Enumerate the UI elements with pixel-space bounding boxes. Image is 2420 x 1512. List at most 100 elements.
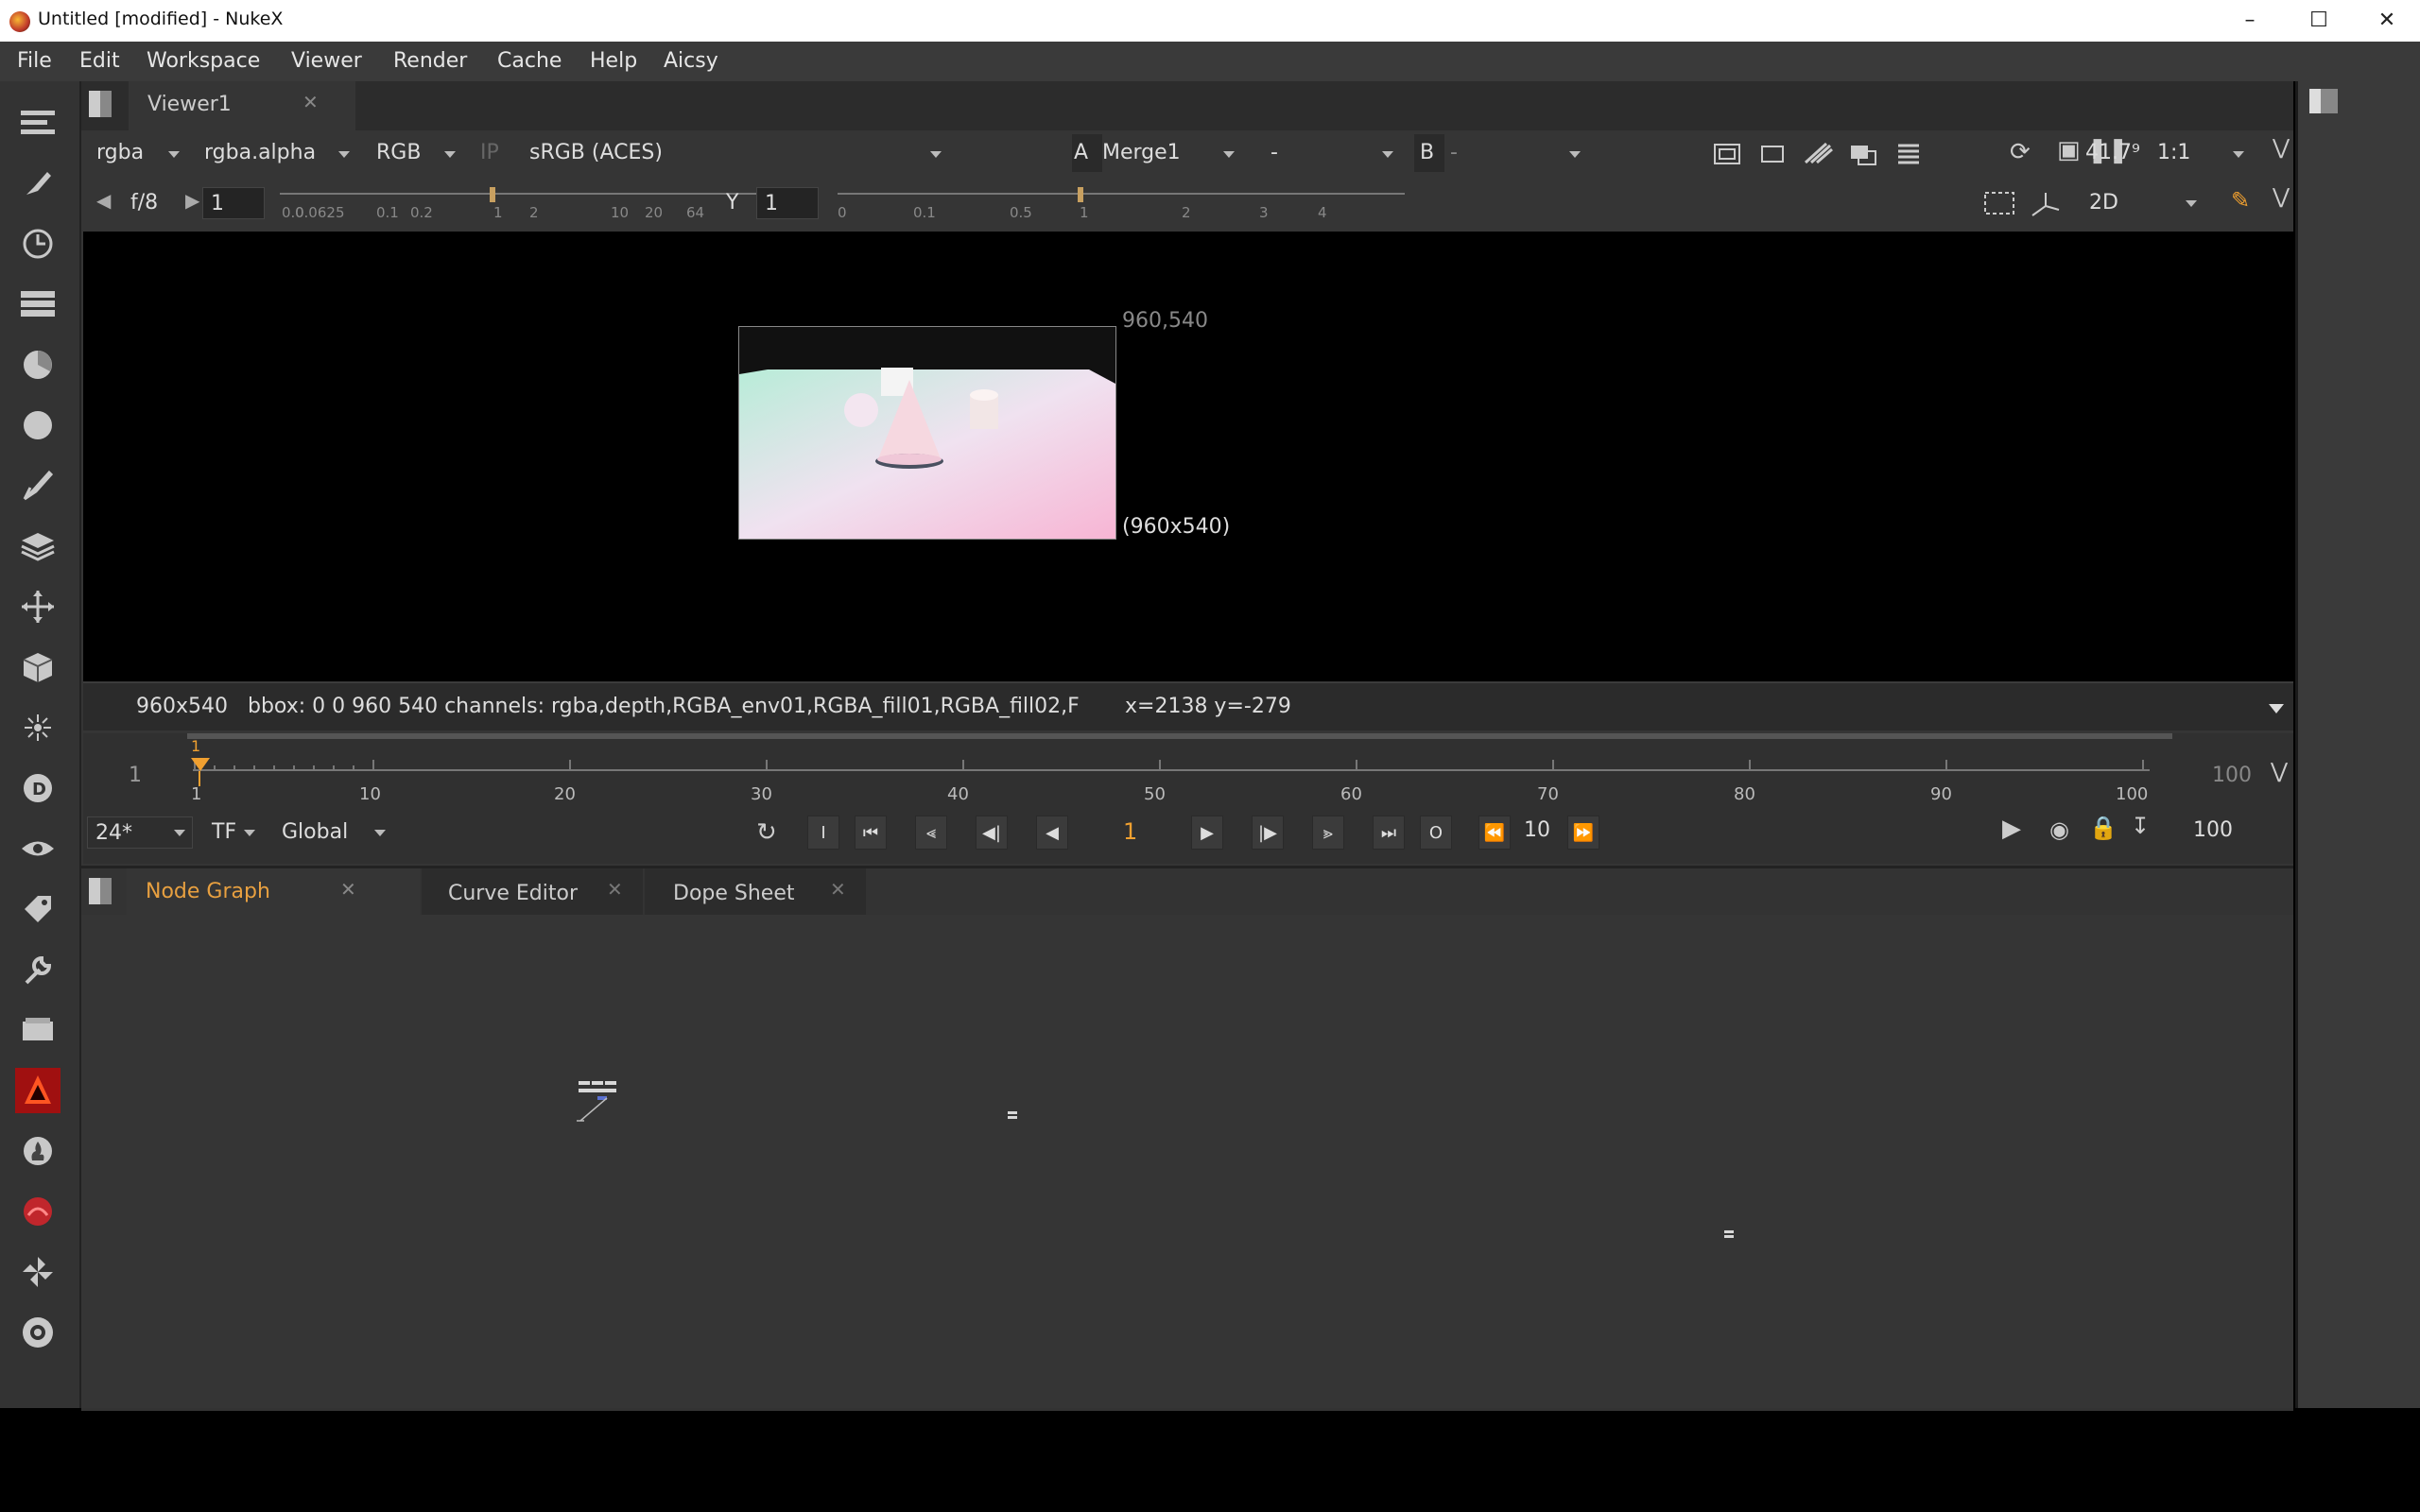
tab-viewer1[interactable]: Viewer1 ✕ <box>129 81 355 130</box>
tab-close-icon[interactable]: ✕ <box>302 91 319 113</box>
tab-dope-sheet[interactable]: Dope Sheet ✕ <box>645 868 866 918</box>
node-panel-menu-icon[interactable] <box>89 878 112 904</box>
region-select-icon[interactable] <box>1981 189 2019 217</box>
color-picker-icon[interactable]: ✎ <box>2231 187 2250 214</box>
step-increment[interactable]: 10 <box>1524 818 1550 842</box>
fstop-increase-icon[interactable]: ▶ <box>185 189 199 212</box>
time-tool-icon[interactable] <box>15 221 60 266</box>
menu-help[interactable]: Help <box>590 49 637 73</box>
maximize-icon[interactable]: ☐ <box>2286 0 2352 42</box>
gamma-slider[interactable] <box>838 193 1405 195</box>
pixel-ratio-dropdown[interactable]: 1:1 <box>2157 135 2190 171</box>
channels-dropdown[interactable]: rgba <box>96 135 144 171</box>
image-tool-icon[interactable] <box>15 100 60 146</box>
expand-timeline-icon[interactable]: ⋁ <box>2271 760 2288 783</box>
tf-dropdown[interactable]: TF <box>212 815 236 850</box>
settings-gear-icon[interactable] <box>15 1310 60 1355</box>
a-input-dropdown[interactable]: Merge1 <box>1102 135 1181 171</box>
playhead-marker[interactable] <box>191 758 210 771</box>
particles-tool-icon[interactable] <box>15 705 60 750</box>
node[interactable] <box>1724 1235 1734 1238</box>
roi-icon[interactable]: ▣ <box>2057 136 2081 164</box>
plugin-red-tool-icon[interactable] <box>15 1189 60 1234</box>
close-window-icon[interactable]: ✕ <box>2354 0 2420 42</box>
tab-close-icon[interactable]: ✕ <box>607 878 623 901</box>
current-frame[interactable]: 1 <box>1123 818 1137 845</box>
fstop-decrease-icon[interactable]: ◀ <box>96 189 111 212</box>
gain-slider[interactable] <box>280 193 790 195</box>
menu-viewer[interactable]: Viewer <box>291 49 362 73</box>
info-bar-toggle-icon[interactable] <box>2269 704 2284 713</box>
view-mode-dropdown[interactable]: 2D <box>2089 185 2118 221</box>
next-keyframe-button[interactable]: ⪢ <box>1312 816 1344 850</box>
merge-tool-icon[interactable] <box>15 524 60 569</box>
node[interactable] <box>1724 1230 1734 1233</box>
node[interactable] <box>579 1081 590 1085</box>
menu-workspace[interactable]: Workspace <box>147 49 260 73</box>
deep-tool-icon[interactable]: D <box>15 765 60 811</box>
fire-tool-icon[interactable] <box>15 1128 60 1174</box>
play-forward-button[interactable]: ▶ <box>1191 816 1223 850</box>
toolsets-tool-icon[interactable] <box>15 947 60 992</box>
gain-input[interactable]: 1 <box>202 187 265 219</box>
node[interactable] <box>592 1081 603 1085</box>
viewer-panel-menu-icon[interactable] <box>89 91 112 117</box>
axis-gizmo-icon[interactable] <box>2027 187 2065 219</box>
node[interactable] <box>579 1089 616 1092</box>
pinwheel-tool-icon[interactable] <box>15 1249 60 1295</box>
other-tool-icon[interactable] <box>15 1007 60 1053</box>
scope-dropdown[interactable]: Global <box>282 815 348 850</box>
transform-tool-icon[interactable] <box>15 584 60 629</box>
menu-render[interactable]: Render <box>393 49 467 73</box>
gain-slider-handle[interactable] <box>490 187 495 202</box>
gamma-input[interactable]: 1 <box>756 187 819 219</box>
node[interactable] <box>605 1081 616 1085</box>
zoom-level[interactable]: 41.7⁹ <box>2085 135 2140 171</box>
b-input-dropdown[interactable]: - <box>1450 135 1458 171</box>
flipbook-icon[interactable]: ▶ <box>2002 815 2021 843</box>
viewer-viewport[interactable]: 960,540 (960x540) <box>83 232 2293 681</box>
out-frame[interactable]: 100 <box>2193 818 2233 842</box>
step-back-button[interactable]: ⏪ <box>1478 816 1511 850</box>
first-frame-button[interactable]: ⏮ <box>855 816 887 850</box>
keyer-tool-icon[interactable] <box>15 463 60 508</box>
furnace-tool-icon[interactable] <box>15 1068 60 1113</box>
node[interactable] <box>1008 1116 1017 1119</box>
out-point-button[interactable]: O <box>1420 816 1452 850</box>
alpha-dropdown[interactable]: rgba.alpha <box>204 135 316 171</box>
last-frame-button[interactable]: ⏭ <box>1373 816 1405 850</box>
next-frame-button[interactable]: |▶ <box>1252 816 1284 850</box>
compare-op-dropdown[interactable]: - <box>1270 135 1278 171</box>
tab-close-icon[interactable]: ✕ <box>340 878 356 901</box>
expand-toolbar-icon[interactable]: ⋁ <box>2273 185 2290 209</box>
loop-mode-icon[interactable]: ↻ <box>756 818 777 847</box>
tab-node-graph[interactable]: Node Graph ✕ <box>127 868 420 918</box>
node-graph-canvas[interactable] <box>81 915 2293 1408</box>
menu-aicsy[interactable]: Aicsy <box>664 49 718 73</box>
prev-keyframe-button[interactable]: ⪡ <box>915 816 947 850</box>
menu-file[interactable]: File <box>17 49 52 73</box>
node[interactable] <box>1008 1111 1017 1114</box>
refresh-icon[interactable]: ⟳ <box>2010 138 2031 166</box>
range-icon[interactable]: ↧ <box>2131 813 2150 839</box>
ip-toggle[interactable]: IP <box>480 135 499 171</box>
tab-close-icon[interactable]: ✕ <box>830 878 846 901</box>
record-icon[interactable]: ◉ <box>2049 816 2069 843</box>
expand-toolbar-icon[interactable]: ⋁ <box>2273 136 2290 160</box>
timeline-range-bar[interactable] <box>187 733 2172 739</box>
filter-tool-icon[interactable] <box>15 403 60 448</box>
in-point-button[interactable]: I <box>807 816 839 850</box>
3d-tool-icon[interactable] <box>15 644 60 690</box>
metadata-tool-icon[interactable] <box>15 886 60 932</box>
prev-frame-button[interactable]: ◀| <box>976 816 1008 850</box>
step-forward-button[interactable]: ⏩ <box>1567 816 1599 850</box>
menu-edit[interactable]: Edit <box>79 49 120 73</box>
menu-cache[interactable]: Cache <box>497 49 562 73</box>
channel-tool-icon[interactable] <box>15 282 60 327</box>
gamma-slider-handle[interactable] <box>1078 187 1083 202</box>
colorspace-dropdown[interactable]: sRGB (ACES) <box>529 135 663 171</box>
panel-menu-icon[interactable] <box>2309 89 2338 113</box>
views-tool-icon[interactable] <box>15 826 60 871</box>
display-dropdown[interactable]: RGB <box>376 135 421 171</box>
play-backward-button[interactable]: ◀ <box>1036 816 1068 850</box>
